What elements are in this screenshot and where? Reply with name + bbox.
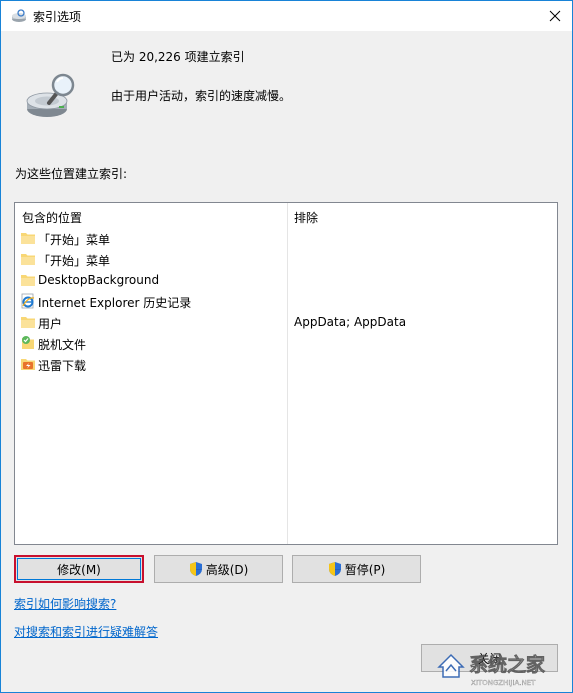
location-name: Internet Explorer 历史记录 xyxy=(38,296,192,310)
modify-button-label: 修改(M) xyxy=(57,562,101,577)
internet-explorer-icon xyxy=(21,293,35,309)
indexing-status-message: 由于用户活动，索引的速度减慢。 xyxy=(111,89,292,103)
thunder-download-icon xyxy=(21,359,35,370)
window-title: 索引选项 xyxy=(33,10,82,24)
list-item[interactable]: 「开始」菜单 xyxy=(15,249,557,270)
svg-text:系统之家: 系统之家 xyxy=(469,653,546,676)
location-name: 迅雷下载 xyxy=(38,359,87,373)
watermark-logo: 系统之家 XITONGZHIJIA.NET xyxy=(437,653,546,687)
header-excluded[interactable]: 排除 xyxy=(294,209,318,226)
advanced-button-label: 高级(D) xyxy=(205,562,249,577)
location-name: DesktopBackground xyxy=(38,273,160,287)
title-bar: 索引选项 xyxy=(1,1,572,31)
location-name: 「开始」菜单 xyxy=(38,254,111,268)
indexing-options-window: 索引选项 已为 20,226 项建立索引 由于用户活动，索引的速度减慢。 为这些… xyxy=(0,0,573,693)
folder-icon xyxy=(21,317,35,328)
svg-text:XITONGZHIJIA.NET: XITONGZHIJIA.NET xyxy=(471,679,536,687)
list-item[interactable]: DesktopBackground xyxy=(15,270,557,291)
list-item[interactable]: 「开始」菜单 xyxy=(15,228,557,249)
how-indexing-affects-search-link[interactable]: 索引如何影响搜索? xyxy=(14,595,116,612)
indexed-count-text: 已为 20,226 项建立索引 xyxy=(111,50,245,64)
uac-shield-icon xyxy=(328,562,341,576)
close-window-button[interactable] xyxy=(538,1,572,31)
folder-icon xyxy=(21,254,35,265)
pause-button[interactable]: 暂停(P) xyxy=(292,555,421,583)
indexing-drive-icon xyxy=(26,73,75,117)
folder-icon xyxy=(21,233,35,244)
modify-button-focus: 修改(M) xyxy=(17,558,141,580)
folder-icon xyxy=(21,275,35,286)
advanced-button[interactable]: 高级(D) xyxy=(154,555,283,583)
troubleshoot-search-link[interactable]: 对搜索和索引进行疑难解答 xyxy=(14,623,158,640)
close-icon xyxy=(549,10,561,22)
pause-button-label: 暂停(P) xyxy=(344,562,386,577)
list-item[interactable]: 用户 AppData; AppData xyxy=(15,312,557,333)
location-excluded: AppData; AppData xyxy=(294,315,407,329)
modify-button[interactable]: 修改(M) xyxy=(14,555,144,583)
indexing-options-icon xyxy=(12,9,26,22)
location-name: 脱机文件 xyxy=(38,338,87,352)
list-item[interactable]: 迅雷下载 xyxy=(15,354,557,375)
list-item[interactable]: 脱机文件 xyxy=(15,333,557,354)
list-item[interactable]: Internet Explorer 历史记录 xyxy=(15,291,557,312)
locations-section-label: 为这些位置建立索引: xyxy=(15,167,128,181)
indexed-locations-list[interactable]: 包含的位置 排除 「开始」菜单 「开始」菜单 DesktopBackground… xyxy=(14,202,558,545)
location-name: 用户 xyxy=(38,317,63,331)
header-included-locations[interactable]: 包含的位置 xyxy=(22,209,82,226)
uac-shield-icon xyxy=(189,562,202,576)
location-name: 「开始」菜单 xyxy=(38,233,111,247)
offline-files-icon xyxy=(22,336,34,349)
